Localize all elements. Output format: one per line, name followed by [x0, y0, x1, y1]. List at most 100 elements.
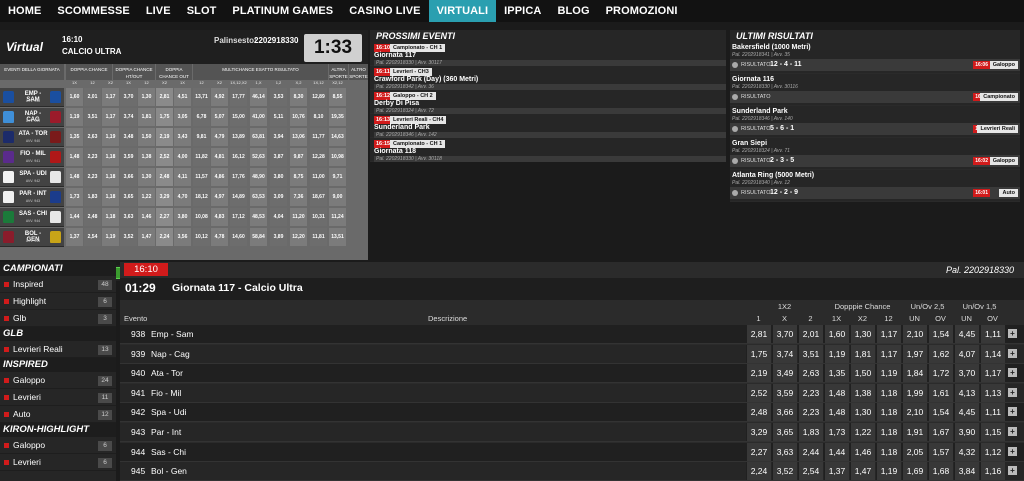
- grid-odd-cell[interactable]: 18,12: [193, 188, 210, 206]
- odd-cell[interactable]: 1,18: [876, 423, 901, 441]
- sidebar-item[interactable]: Glb 3: [0, 310, 116, 327]
- grid-odd-cell[interactable]: 18,67: [310, 188, 327, 206]
- odd-cell[interactable]: 4,32: [954, 442, 979, 461]
- odd-cell[interactable]: 1,54: [928, 403, 953, 422]
- grid-odd-cell[interactable]: 14,63: [329, 128, 346, 146]
- odd-cell[interactable]: 2,23: [798, 403, 823, 422]
- grid-odd-cell[interactable]: 3,05: [174, 108, 191, 126]
- prossimi-event[interactable]: 16:12 Galoppo - CH 2 Derby Di Pisa Pal. 220…: [370, 90, 726, 114]
- odd-cell[interactable]: 1,19: [876, 364, 901, 383]
- odd-cell[interactable]: 2,81: [746, 325, 771, 343]
- grid-odd-cell[interactable]: 3,74: [120, 108, 137, 126]
- nav-slot[interactable]: SLOT: [179, 0, 225, 22]
- grid-odd-cell[interactable]: 3,53: [270, 88, 287, 106]
- odd-cell[interactable]: 1,37: [824, 462, 849, 481]
- prossimi-event[interactable]: 16:15 Campionato - CH 1 Giornata 118 Pal. 2…: [370, 138, 726, 162]
- grid-odd-cell[interactable]: 1,19: [66, 108, 83, 126]
- odd-cell[interactable]: 1,16: [980, 462, 1005, 481]
- odd-cell[interactable]: 1,68: [928, 462, 953, 481]
- grid-odd-cell[interactable]: 52,63: [250, 148, 267, 166]
- grid-odd-cell[interactable]: 4,97: [211, 188, 228, 206]
- grid-odd-cell[interactable]: 1,18: [102, 208, 119, 226]
- sidebar-item[interactable]: Highlight 6: [0, 293, 116, 310]
- grid-odd-cell[interactable]: 1,35: [66, 128, 83, 146]
- grid-odd-cell[interactable]: 3,09: [270, 188, 287, 206]
- grid-odd-cell[interactable]: 3,51: [84, 108, 101, 126]
- grid-odd-cell[interactable]: 9,00: [329, 188, 346, 206]
- grid-odd-cell[interactable]: 3,63: [120, 208, 137, 226]
- odd-cell[interactable]: 1,57: [928, 442, 953, 461]
- grid-odd-cell[interactable]: 1,18: [102, 168, 119, 186]
- odd-cell[interactable]: 1,84: [902, 364, 927, 383]
- odd-cell[interactable]: 3,90: [954, 423, 979, 441]
- grid-odd-cell[interactable]: 1,47: [138, 228, 155, 246]
- odd-cell[interactable]: 2,54: [798, 462, 823, 481]
- grid-odd-cell[interactable]: 1,19: [102, 228, 119, 246]
- grid-odd-cell[interactable]: 9,87: [290, 148, 307, 166]
- odd-cell[interactable]: 4,45: [954, 325, 979, 343]
- odd-cell[interactable]: 3,63: [772, 442, 797, 461]
- odd-cell[interactable]: 1,83: [798, 423, 823, 441]
- grid-odd-cell[interactable]: 4,79: [211, 128, 228, 146]
- odd-cell[interactable]: 1,97: [902, 344, 927, 363]
- grid-odd-cell[interactable]: 14,89: [230, 188, 247, 206]
- odd-cell[interactable]: 1,19: [876, 462, 901, 481]
- odd-cell[interactable]: 1,91: [902, 423, 927, 441]
- odd-cell[interactable]: 3,66: [772, 403, 797, 422]
- grid-odd-cell[interactable]: 4,83: [211, 208, 228, 226]
- ultimi-result[interactable]: Gran Siepi Pal. 2202918324 | Avv. 71 RISUL…: [730, 138, 1020, 170]
- odd-cell[interactable]: 3,74: [772, 344, 797, 363]
- odd-cell[interactable]: 1,19: [824, 344, 849, 363]
- odd-cell[interactable]: 2,05: [902, 442, 927, 461]
- grid-odd-cell[interactable]: 2,54: [84, 228, 101, 246]
- expand-plus-icon[interactable]: +: [1008, 387, 1017, 397]
- odd-cell[interactable]: 1,11: [980, 325, 1005, 343]
- expand-circle-icon[interactable]: [732, 190, 738, 196]
- odd-cell[interactable]: 3,70: [772, 325, 797, 343]
- grid-odd-cell[interactable]: 3,94: [270, 128, 287, 146]
- grid-odd-cell[interactable]: 3,80: [174, 208, 191, 226]
- grid-odd-cell[interactable]: 3,66: [120, 168, 137, 186]
- sidebar-item[interactable]: Auto 12: [0, 406, 116, 423]
- odd-cell[interactable]: 1,61: [928, 383, 953, 402]
- odd-cell[interactable]: 2,19: [746, 364, 771, 383]
- odd-cell[interactable]: 3,59: [772, 383, 797, 402]
- grid-odd-cell[interactable]: 8,55: [329, 88, 346, 106]
- grid-odd-cell[interactable]: 4,04: [270, 208, 287, 226]
- grid-odd-cell[interactable]: 17,76: [230, 168, 247, 186]
- odd-cell[interactable]: 1,47: [850, 462, 875, 481]
- grid-odd-cell[interactable]: 1,17: [102, 108, 119, 126]
- grid-odd-cell[interactable]: 10,76: [290, 108, 307, 126]
- sidebar-item[interactable]: Levrieri 6: [0, 454, 116, 471]
- grid-odd-cell[interactable]: 13,71: [193, 88, 210, 106]
- grid-odd-cell[interactable]: 3,89: [270, 228, 287, 246]
- prossimi-event[interactable]: 16:13 Levrieri Reali - CH4 Sunderland Park…: [370, 114, 726, 138]
- odd-cell[interactable]: 1,44: [824, 442, 849, 461]
- odd-cell[interactable]: 2,24: [746, 462, 771, 481]
- odd-cell[interactable]: 3,70: [954, 364, 979, 383]
- ultimi-result[interactable]: Bakersfield (1000 Metri) Pal. 2202918341 …: [730, 42, 1020, 74]
- grid-odd-cell[interactable]: 2,01: [84, 88, 101, 106]
- grid-odd-cell[interactable]: 63,81: [250, 128, 267, 146]
- odd-cell[interactable]: 1,17: [876, 325, 901, 343]
- odd-cell[interactable]: 1,12: [980, 442, 1005, 461]
- grid-odd-cell[interactable]: 1,22: [138, 188, 155, 206]
- grid-odd-cell[interactable]: 58,84: [250, 228, 267, 246]
- grid-odd-cell[interactable]: 19,35: [329, 108, 346, 126]
- odd-cell[interactable]: 1,72: [928, 364, 953, 383]
- odd-cell[interactable]: 1,81: [850, 344, 875, 363]
- ultimi-result[interactable]: Giornata 116 Pal. 2202918330 | Avv. 30116…: [730, 74, 1020, 106]
- nav-scommesse[interactable]: SCOMMESSE: [49, 0, 137, 22]
- prossimi-event[interactable]: 16:10 Campionato - CH 1 Giornata 117 Pal. 2…: [370, 42, 726, 66]
- grid-odd-cell[interactable]: 4,70: [174, 188, 191, 206]
- odd-cell[interactable]: 4,07: [954, 344, 979, 363]
- grid-odd-cell[interactable]: 3,80: [270, 168, 287, 186]
- grid-odd-cell[interactable]: 11,82: [193, 148, 210, 166]
- grid-odd-cell[interactable]: 1,17: [102, 88, 119, 106]
- sidebar-item[interactable]: Inspired 48: [0, 276, 116, 293]
- odd-cell[interactable]: 3,29: [746, 423, 771, 441]
- grid-odd-cell[interactable]: 4,86: [211, 168, 228, 186]
- odd-cell[interactable]: 3,49: [772, 364, 797, 383]
- expand-circle-icon[interactable]: [732, 126, 738, 132]
- expand-plus-icon[interactable]: +: [1008, 466, 1017, 476]
